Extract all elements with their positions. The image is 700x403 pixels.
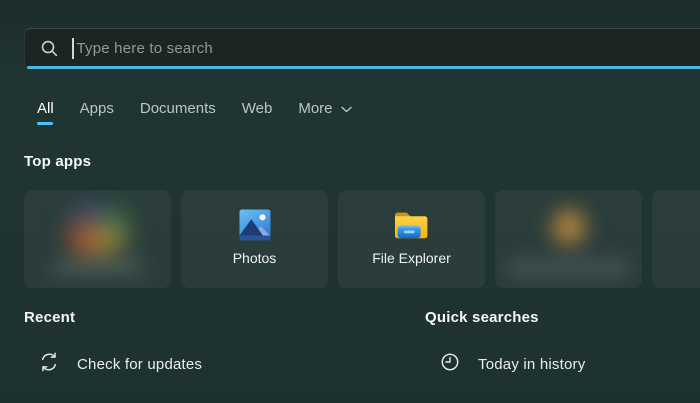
blurred-app-icon [60,198,136,264]
app-tile-partial[interactable] [652,190,700,288]
app-tile-blurred-1[interactable] [24,190,171,288]
app-tile-photos[interactable]: Photos [181,190,328,288]
search-placeholder-text: Type here to search [77,40,213,57]
top-apps-heading: Top apps [24,153,91,170]
blurred-app-label [52,259,144,275]
list-item-label: Check for updates [77,356,202,373]
recent-heading: Recent [24,309,202,326]
tab-more-label: More [298,100,332,117]
refresh-icon [38,351,60,378]
blurred-app-label [507,259,630,277]
chevron-down-icon [341,104,352,113]
photos-icon [239,206,271,244]
clock-icon [439,351,461,378]
recent-section: Recent Check for updates [24,309,202,378]
app-tile-label: Photos [233,250,277,266]
blurred-app-icon [544,200,594,254]
quick-searches-heading: Quick searches [425,309,585,326]
tab-all[interactable]: All [37,100,54,125]
search-icon [40,39,59,58]
tab-web[interactable]: Web [242,100,273,125]
text-caret [72,38,74,59]
tab-documents[interactable]: Documents [140,100,216,125]
recent-item-check-for-updates[interactable]: Check for updates [24,351,202,378]
tab-more[interactable]: More [298,100,351,125]
file-explorer-icon [393,206,430,244]
search-filter-tabs: All Apps Documents Web More [37,100,352,125]
app-tile-label: File Explorer [372,250,451,266]
tab-apps[interactable]: Apps [80,100,114,125]
app-tile-file-explorer[interactable]: File Explorer [338,190,485,288]
quick-search-item-today-in-history[interactable]: Today in history [425,351,585,378]
app-tile-blurred-2[interactable] [495,190,642,288]
quick-searches-section: Quick searches Today in history [425,309,585,378]
list-item-label: Today in history [478,356,585,373]
search-accent-underline [27,66,700,69]
search-input[interactable]: Type here to search [24,28,700,69]
top-apps-tile-row: Photos File Explorer [24,190,700,288]
